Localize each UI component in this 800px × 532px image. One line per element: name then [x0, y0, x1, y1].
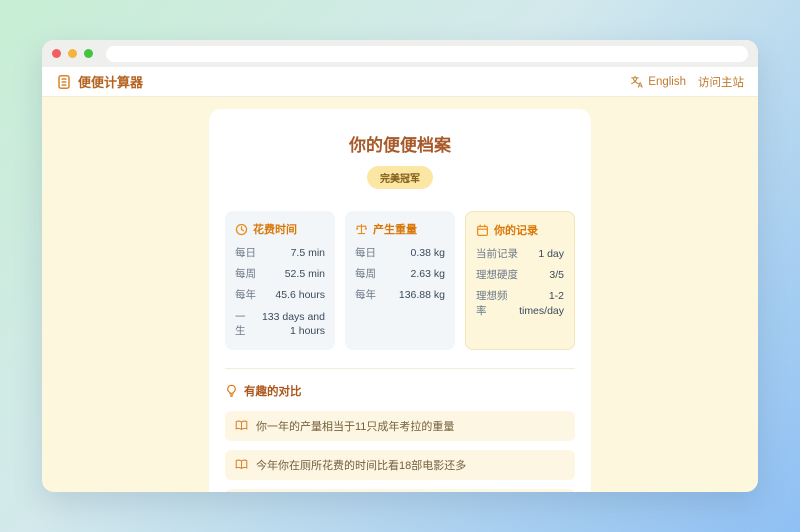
stat-label: 每年 — [355, 289, 376, 302]
stat-value: 1 day — [538, 248, 564, 260]
section-divider — [225, 367, 575, 369]
stat-label: 每周 — [235, 268, 256, 281]
panel-weight-produced: 产生重量 每日 0.38 kg 每周 2.63 kg 每年 136.88 kg — [345, 211, 455, 350]
panel-title: 花费时间 — [253, 224, 297, 236]
brand-home-link[interactable]: 便便计算器 — [56, 72, 143, 91]
stat-row: 理想硬度 3/5 — [476, 268, 564, 282]
stat-value: 1-2 times/day — [519, 290, 564, 317]
translate-icon: 文 A — [631, 75, 644, 88]
stat-label: 理想硬度 — [476, 269, 518, 282]
svg-text:A: A — [638, 81, 644, 89]
stat-value: 136.88 kg — [398, 289, 445, 302]
url-bar[interactable] — [106, 45, 748, 62]
language-switch[interactable]: 文 A English — [631, 75, 686, 88]
stat-value: 45.6 hours — [275, 289, 325, 302]
stat-row: 理想频率 1-2 times/day — [476, 289, 564, 317]
comparison-item: 在你的一生中，你可以在厕所读完约532本书 — [225, 488, 575, 492]
stat-label: 一生 — [235, 310, 246, 337]
browser-window: 便便计算器 文 A English 访问主站 你的便便档案 完美冠军 花费时间 … — [42, 40, 758, 492]
comparison-text: 今年你在厕所花费的时间比看18部电影还多 — [256, 459, 467, 472]
page-content: 你的便便档案 完美冠军 花费时间 每日 7.5 min 每周 52.5 min … — [42, 97, 758, 492]
panel-time-spent: 花费时间 每日 7.5 min 每周 52.5 min 每年 45.6 hour… — [225, 211, 335, 350]
minimize-button[interactable] — [68, 49, 77, 58]
stat-value: 7.5 min — [290, 247, 325, 259]
browser-chrome — [42, 40, 758, 67]
stat-label: 每日 — [235, 247, 256, 259]
language-label: English — [648, 75, 686, 88]
book-icon — [235, 458, 248, 471]
panel-title: 产生重量 — [373, 224, 417, 236]
stat-value: 52.5 min — [284, 268, 325, 281]
site-header: 便便计算器 文 A English 访问主站 — [42, 67, 758, 97]
maximize-button[interactable] — [84, 49, 93, 58]
panel-your-records: 你的记录 当前记录 1 day 理想硬度 3/5 理想频率 1-2 times/… — [465, 211, 575, 350]
header-actions: 文 A English 访问主站 — [631, 74, 744, 90]
stat-label: 理想频率 — [476, 290, 508, 317]
comparison-item: 你一年的产量相当于11只成年考拉的重量 — [225, 410, 575, 441]
calculator-icon — [56, 74, 72, 90]
panel-title: 你的记录 — [494, 225, 538, 237]
page-title: 你的便便档案 — [349, 136, 451, 155]
stat-value: 3/5 — [549, 269, 564, 282]
stat-value: 2.63 kg — [410, 268, 445, 281]
stat-value: 133 days and 1 hours — [261, 310, 325, 337]
clock-icon — [235, 223, 248, 236]
stat-label: 当前记录 — [476, 248, 518, 260]
visit-main-site-link[interactable]: 访问主站 — [698, 74, 744, 90]
stat-value: 0.38 kg — [410, 247, 445, 259]
stat-row: 每年 45.6 hours — [235, 288, 325, 302]
comparison-text: 你一年的产量相当于11只成年考拉的重量 — [256, 420, 455, 433]
scale-icon — [355, 223, 368, 236]
stat-row: 一生 133 days and 1 hours — [235, 310, 325, 338]
stat-row: 每周 52.5 min — [235, 267, 325, 281]
stat-row: 每周 2.63 kg — [355, 267, 445, 281]
stat-row: 每年 136.88 kg — [355, 288, 445, 302]
stats-panels: 花费时间 每日 7.5 min 每周 52.5 min 每年 45.6 hour… — [225, 211, 575, 350]
status-badge: 完美冠军 — [367, 166, 433, 189]
stat-row: 每日 7.5 min — [235, 246, 325, 260]
stat-label: 每周 — [355, 268, 376, 281]
comparison-item: 今年你在厕所花费的时间比看18部电影还多 — [225, 449, 575, 480]
close-button[interactable] — [52, 49, 61, 58]
stat-label: 每日 — [355, 247, 376, 259]
book-icon — [235, 419, 248, 432]
stat-row: 每日 0.38 kg — [355, 246, 445, 260]
app-title: 便便计算器 — [78, 75, 144, 90]
stat-label: 每年 — [235, 289, 256, 302]
profile-card: 你的便便档案 完美冠军 花费时间 每日 7.5 min 每周 52.5 min … — [209, 109, 591, 492]
lightbulb-icon — [225, 384, 238, 398]
comparisons-title: 有趣的对比 — [244, 385, 302, 398]
calendar-icon — [476, 224, 489, 237]
stat-row: 当前记录 1 day — [476, 247, 564, 261]
